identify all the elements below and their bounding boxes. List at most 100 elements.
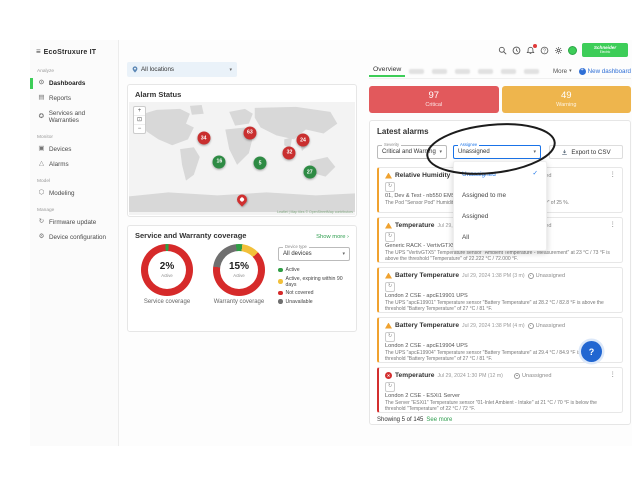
warranty-coverage-label: Warranty coverage: [213, 299, 265, 305]
sidebar-item-label: Dashboards: [49, 80, 86, 87]
sidebar-item-label: Reports: [49, 95, 72, 102]
device-type-value: All devices: [283, 251, 312, 257]
assignee-status[interactable]: Unassigned: [527, 272, 565, 279]
tab-redacted[interactable]: [478, 68, 494, 74]
sidebar-item-label: Modeling: [49, 190, 75, 197]
service-coverage-percent: 2%: [159, 261, 175, 272]
kebab-menu-icon[interactable]: ⋮: [610, 172, 617, 179]
coverage-card: Service and Warranty coverage Show more …: [127, 225, 357, 332]
help-fab-button[interactable]: ?: [581, 341, 602, 362]
critical-label: Critical: [425, 101, 443, 108]
severity-value: Critical and Warning: [382, 149, 436, 155]
warning-count: 49: [560, 90, 572, 102]
kebab-menu-icon[interactable]: ⋮: [610, 372, 617, 379]
latest-alarms-title: Latest alarms: [377, 127, 429, 136]
person-icon: [527, 272, 534, 279]
kebab-menu-icon[interactable]: ⋮: [610, 222, 617, 229]
tab-redacted[interactable]: [501, 68, 517, 74]
map-marker-east-asia[interactable]: 24: [296, 133, 310, 147]
sidebar-item-label: Alarms: [49, 161, 69, 168]
warning-triangle-icon: [385, 222, 392, 229]
sidebar-item-services-warranties[interactable]: ✪ Services and Warranties: [30, 106, 118, 128]
tab-redacted[interactable]: [455, 68, 471, 74]
legend-dot-yellow: [278, 279, 283, 284]
map-marker-europe[interactable]: 63: [243, 126, 257, 139]
sidebar-item-dashboards[interactable]: ⊙ Dashboards: [30, 76, 118, 91]
app-logo: EcoStruxure IT: [43, 48, 97, 56]
service-coverage-label: Service coverage: [143, 299, 191, 305]
assignee-status[interactable]: Unassigned: [527, 322, 565, 329]
export-to-csv-button[interactable]: Export to CSV: [549, 145, 623, 159]
menu-option-all[interactable]: All: [454, 227, 546, 248]
warning-label: Warning: [556, 101, 577, 108]
device-configuration-icon: ⚙: [38, 233, 45, 241]
map-marker-africa[interactable]: 5: [253, 156, 267, 170]
help-icon[interactable]: ?: [540, 46, 549, 55]
user-avatar[interactable]: [568, 45, 577, 55]
severity-select[interactable]: Severity Critical and Warning ▾: [377, 142, 447, 159]
left-column: All locations ▾ Alarm Status + ⊡ − 34 63…: [127, 62, 359, 332]
main-area: ? Schneider Electric All locations ▾ Ala…: [119, 40, 632, 446]
new-dashboard-button[interactable]: + New dashboard: [578, 67, 631, 75]
legend-item-expiring: Active, expiring within 90 days: [278, 276, 350, 288]
search-icon[interactable]: [498, 46, 507, 55]
sidebar-item-reports[interactable]: ▤ Reports: [30, 91, 118, 106]
location-filter[interactable]: All locations ▾: [127, 62, 237, 77]
sidebar-item-alarms[interactable]: △ Alarms: [30, 157, 118, 172]
map-marker-north-america[interactable]: 34: [197, 131, 211, 145]
coverage-title: Service and Warranty coverage: [135, 231, 247, 240]
map-zoom-in-button[interactable]: +: [134, 107, 145, 116]
sidebar-item-label: Device configuration: [49, 234, 107, 241]
map-zoom-out-button[interactable]: −: [134, 125, 145, 133]
alarm-count-summary: Showing 5 of 145: [377, 417, 424, 423]
legend-item-unavailable: Unavailable: [278, 299, 350, 305]
settings-gear-icon[interactable]: [554, 46, 563, 55]
tab-redacted[interactable]: [432, 68, 448, 74]
alarm-row-temperature-server[interactable]: ✕ Temperature Jul 29, 2024 1:30 PM (12 m…: [377, 367, 623, 413]
warning-count-card[interactable]: 49 Warning: [501, 86, 631, 113]
history-icon[interactable]: [512, 46, 521, 55]
sidebar-item-devices[interactable]: ▣ Devices: [30, 142, 118, 157]
critical-count-card[interactable]: 97 Critical: [369, 86, 499, 113]
chevron-down-icon: ▾: [569, 68, 572, 74]
map-marker-south-america[interactable]: 16: [212, 155, 226, 169]
device-type-select[interactable]: Device type All devices ▾: [278, 244, 350, 261]
chevron-down-icon: ▾: [229, 66, 232, 73]
location-pin-icon: [132, 66, 138, 73]
sidebar: ≡ EcoStruxure IT Analyze ⊙ Dashboards ▤ …: [30, 40, 119, 446]
world-map[interactable]: + ⊡ − 34 63 24 32 16 5 27 Leaflet | Map …: [129, 102, 355, 215]
sidebar-item-firmware-update[interactable]: ↻ Firmware update: [30, 215, 118, 230]
menu-option-assigned[interactable]: Assigned: [454, 206, 546, 227]
plus-icon: +: [578, 67, 586, 75]
latest-alarms-card: Latest alarms Severity Critical and Warn…: [369, 120, 631, 425]
map-marker-south-asia[interactable]: 32: [282, 146, 296, 160]
sidebar-item-modeling[interactable]: ⬡ Modeling: [30, 186, 118, 201]
legend-item-active: Active: [278, 267, 350, 273]
assignee-select[interactable]: Assignee Unassigned ▾: [453, 142, 541, 159]
coverage-legend: Active Active, expiring within 90 days N…: [278, 267, 350, 305]
see-more-link[interactable]: See more: [426, 417, 452, 423]
notifications-bell-icon[interactable]: [526, 43, 537, 55]
chevron-down-icon: ▾: [439, 149, 442, 155]
device-type-label: Device type: [283, 244, 309, 250]
alarm-filters: Severity Critical and Warning ▾ Assignee…: [377, 142, 623, 251]
menu-option-unassigned[interactable]: Unassigned ✓: [454, 164, 546, 185]
sidebar-section-manage: Manage: [37, 208, 55, 213]
map-zoom-control: + ⊡ −: [133, 106, 146, 134]
firmware-update-icon: ↻: [38, 218, 45, 226]
sidebar-item-device-configuration[interactable]: ⚙ Device configuration: [30, 230, 118, 245]
coverage-show-more-link[interactable]: Show more ›: [316, 234, 349, 240]
sidebar-section-monitor: Monitor: [37, 135, 53, 140]
assignee-status[interactable]: Unassigned: [513, 372, 552, 379]
tab-overview[interactable]: Overview: [369, 66, 406, 77]
map-marker-australia[interactable]: 27: [303, 165, 317, 179]
right-column: Overview More ▾ + New dashboard 97 Critica…: [369, 64, 631, 425]
tab-redacted[interactable]: [409, 68, 425, 74]
map-fullscreen-button[interactable]: ⊡: [134, 116, 145, 125]
tab-redacted[interactable]: [524, 68, 540, 74]
alarm-row-battery-temperature-1[interactable]: Battery Temperature Jul 29, 2024 1:38 PM…: [377, 267, 623, 313]
menu-hamburger-icon[interactable]: ≡: [36, 48, 41, 56]
menu-option-assigned-to-me[interactable]: Assigned to me: [454, 185, 546, 206]
notification-badge: [533, 43, 537, 48]
more-tabs-button[interactable]: More ▾: [553, 68, 572, 75]
